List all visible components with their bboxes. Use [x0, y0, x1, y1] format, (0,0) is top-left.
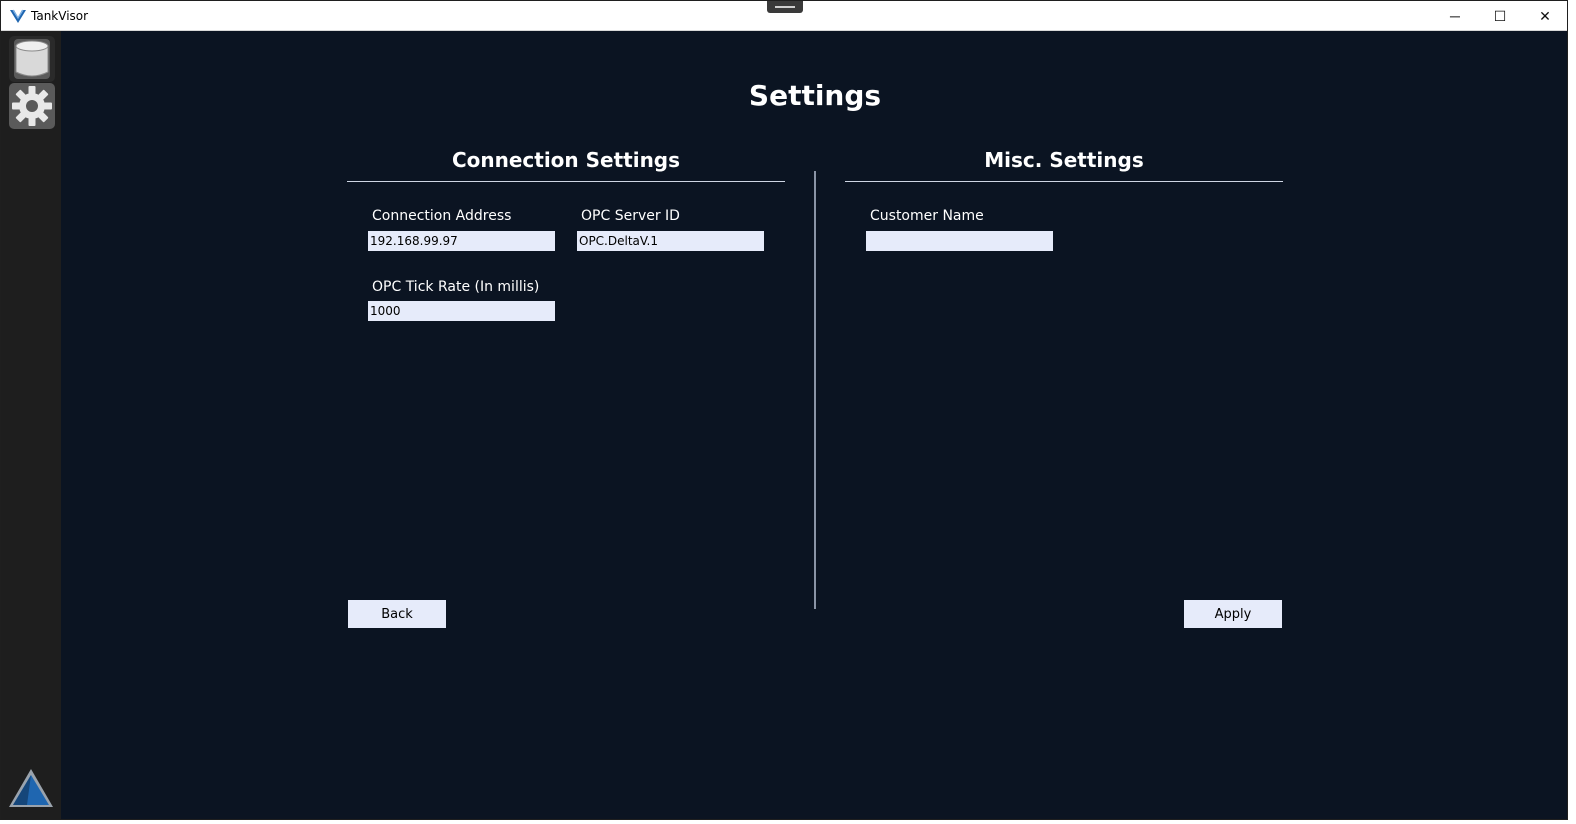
misc-settings-underline — [845, 181, 1283, 182]
title-bar[interactable]: TankVisor ─ ☐ ✕ — [1, 1, 1567, 31]
connection-settings-title: Connection Settings — [451, 148, 681, 172]
back-button[interactable]: Back — [348, 600, 446, 628]
customer-name-input[interactable] — [866, 231, 1053, 251]
page-title: Settings — [748, 79, 882, 112]
opc-server-id-input[interactable] — [577, 231, 764, 251]
app-window: TankVisor ─ ☐ ✕ Settings Connection Sett… — [0, 0, 1568, 820]
tankvisor-logo-icon — [10, 9, 26, 23]
sidebar — [1, 31, 61, 819]
close-button[interactable]: ✕ — [1522, 1, 1567, 31]
section-divider — [814, 171, 816, 609]
connection-address-input[interactable] — [368, 231, 555, 251]
misc-settings-title: Misc. Settings — [984, 148, 1144, 172]
close-icon: ✕ — [1539, 7, 1551, 24]
sidebar-item-tanks[interactable] — [9, 36, 55, 82]
opc-tick-rate-label: OPC Tick Rate (In millis) — [372, 279, 540, 295]
window-title: TankVisor — [31, 9, 89, 23]
drag-handle[interactable] — [767, 1, 803, 13]
opc-server-id-label: OPC Server ID — [581, 208, 680, 224]
database-icon — [14, 39, 50, 79]
opc-tick-rate-input[interactable] — [368, 301, 555, 321]
minimize-icon: ─ — [1450, 8, 1460, 24]
connection-settings-underline — [347, 181, 785, 182]
maximize-button[interactable]: ☐ — [1477, 1, 1523, 31]
apply-button[interactable]: Apply — [1184, 600, 1282, 628]
gear-icon — [12, 86, 52, 126]
sidebar-item-settings[interactable] — [9, 83, 55, 129]
company-logo-icon — [9, 769, 53, 807]
customer-name-label: Customer Name — [870, 208, 984, 224]
maximize-icon: ☐ — [1493, 7, 1507, 24]
minimize-button[interactable]: ─ — [1432, 1, 1478, 31]
connection-address-label: Connection Address — [372, 208, 512, 224]
